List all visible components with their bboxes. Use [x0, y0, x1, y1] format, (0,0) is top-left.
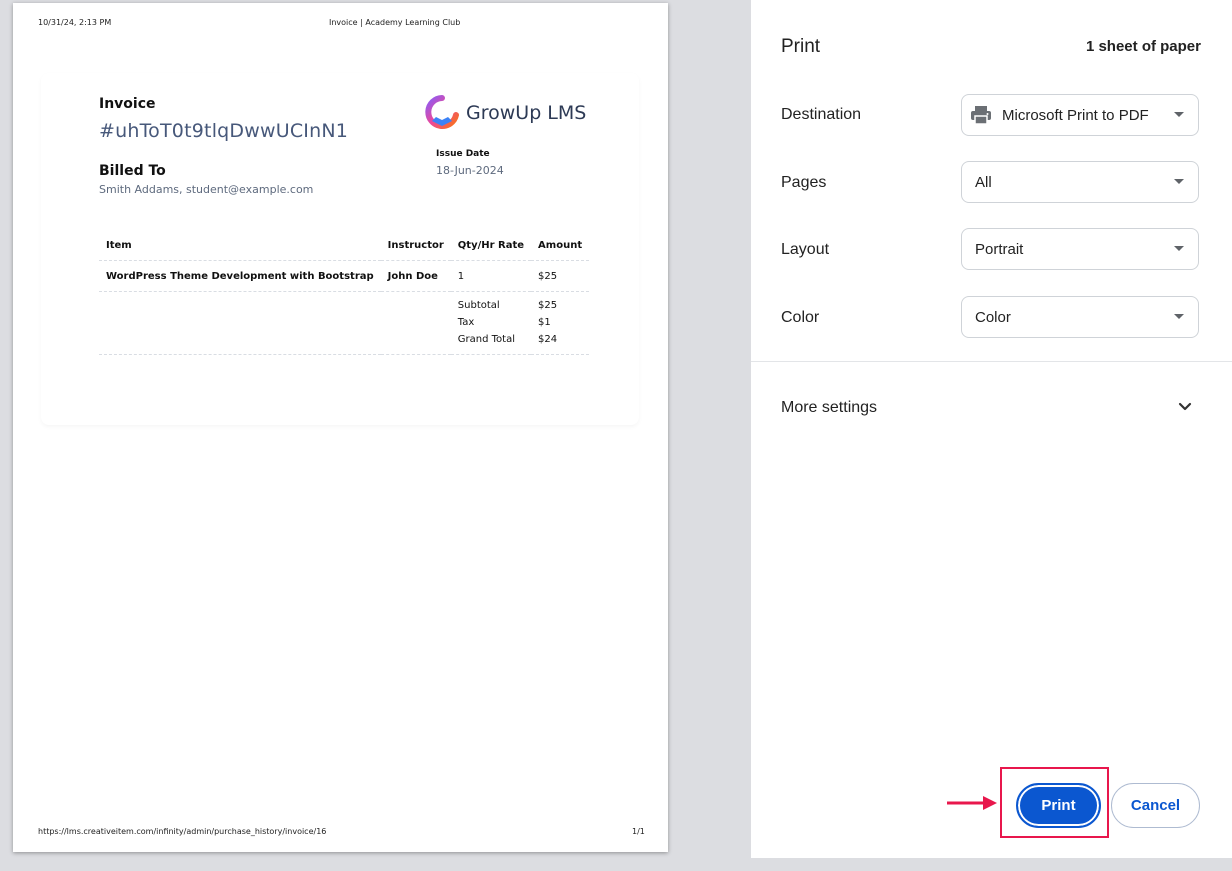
print-settings-pane: Print 1 sheet of paper Destination Micro… [751, 0, 1232, 858]
cancel-button[interactable]: Cancel [1111, 783, 1200, 828]
invoice-id: #uhToT0t9tlqDwwUCInN1 [99, 120, 349, 142]
chevron-down-icon[interactable] [1177, 400, 1193, 414]
layout-select[interactable]: Portrait [961, 228, 1199, 270]
invoice-table: Item Instructor Qty/Hr Rate Amount WordP… [99, 230, 590, 355]
logo-text: GrowUp LMS [466, 102, 587, 124]
color-value: Color [975, 308, 1011, 326]
color-select[interactable]: Color [961, 296, 1199, 338]
cell-instructor: John Doe [380, 260, 451, 292]
company-logo: GrowUp LMS [422, 95, 586, 131]
page-header-date: 10/31/24, 2:13 PM [38, 18, 112, 27]
summary-spacer [380, 291, 451, 355]
page-header-title: Invoice | Academy Learning Club [329, 18, 461, 27]
subtotal-value: $25 [538, 300, 558, 311]
arrow-right-icon [947, 796, 997, 810]
billed-to-value: Smith Addams, student@example.com [99, 183, 314, 196]
divider [751, 361, 1232, 362]
pages-value: All [975, 173, 992, 191]
destination-value: Microsoft Print to PDF [1002, 106, 1149, 124]
layout-label: Layout [781, 241, 830, 258]
grand-total-value: $24 [538, 334, 558, 345]
cell-qty: 1 [450, 260, 532, 292]
issue-date-value: 18-Jun-2024 [436, 164, 504, 177]
destination-select[interactable]: Microsoft Print to PDF [961, 94, 1199, 136]
page-footer-page-number: 1/1 [632, 827, 645, 836]
billed-to-label: Billed To [99, 163, 166, 179]
summary-row: Subtotal Tax Grand Total $25 $1 $24 [99, 291, 590, 355]
layout-value: Portrait [975, 240, 1024, 258]
table-row: WordPress Theme Development with Bootstr… [99, 260, 590, 292]
col-header-instructor: Instructor [380, 230, 451, 261]
color-label: Color [781, 309, 820, 326]
destination-label: Destination [781, 106, 862, 123]
col-header-item: Item [99, 230, 381, 261]
col-header-qty: Qty/Hr Rate [450, 230, 532, 261]
print-button[interactable]: Print [1016, 783, 1101, 828]
summary-labels: Subtotal Tax Grand Total [450, 291, 532, 355]
pages-label: Pages [781, 174, 827, 191]
issue-date-label: Issue Date [436, 149, 490, 159]
tax-value: $1 [538, 317, 551, 328]
sheet-count: 1 sheet of paper [1085, 38, 1201, 55]
chevron-down-icon [1174, 112, 1184, 117]
cell-item: WordPress Theme Development with Bootstr… [99, 260, 381, 292]
summary-values: $25 $1 $24 [531, 291, 590, 355]
chevron-down-icon [1174, 246, 1184, 251]
invoice-label: Invoice [99, 96, 156, 112]
cell-amount: $25 [531, 260, 590, 292]
preview-page: 10/31/24, 2:13 PM Invoice | Academy Lear… [13, 3, 668, 852]
chevron-down-icon [1174, 314, 1184, 319]
grand-total-label: Grand Total [457, 334, 516, 345]
pages-select[interactable]: All [961, 161, 1199, 203]
chevron-down-icon [1174, 179, 1184, 184]
print-preview-pane: 10/31/24, 2:13 PM Invoice | Academy Lear… [0, 0, 750, 860]
more-settings-toggle[interactable]: More settings [781, 399, 877, 417]
growup-logo-icon [425, 95, 459, 129]
tax-label: Tax [457, 317, 475, 328]
table-header-row: Item Instructor Qty/Hr Rate Amount [99, 230, 590, 261]
summary-spacer [99, 291, 381, 355]
print-title: Print [781, 36, 821, 57]
subtotal-label: Subtotal [457, 300, 500, 311]
col-header-amount: Amount [531, 230, 590, 261]
printer-icon [971, 106, 991, 125]
page-footer-url: https://lms.creativeitem.com/infinity/ad… [38, 827, 327, 836]
